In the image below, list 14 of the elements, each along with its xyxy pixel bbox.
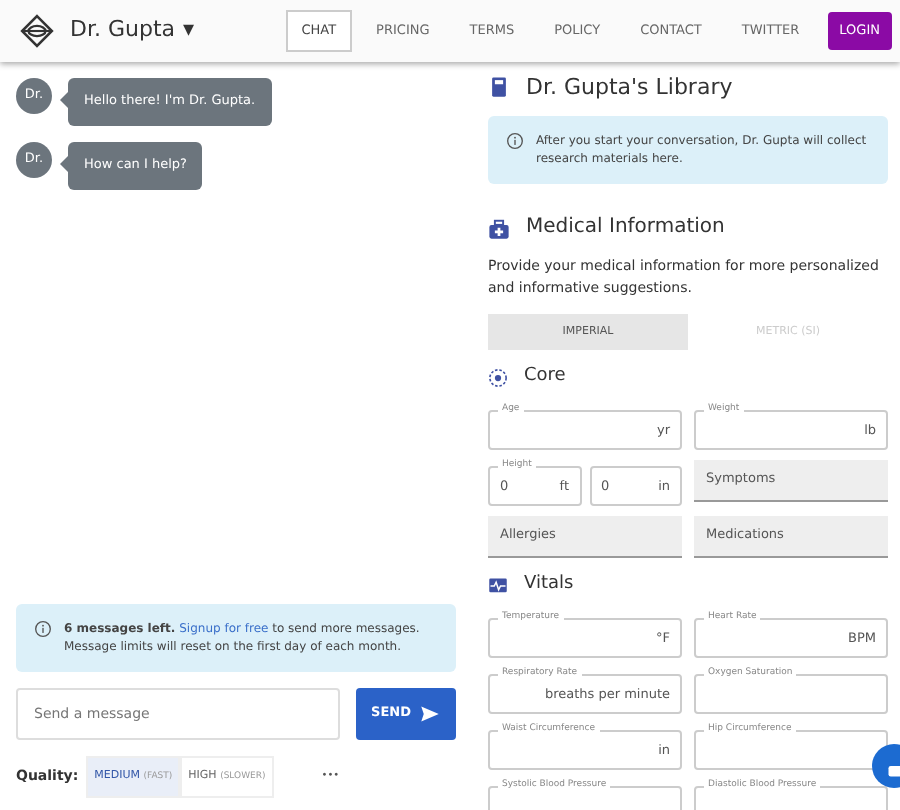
target-icon xyxy=(488,367,508,388)
library-title: Dr. Gupta's Library xyxy=(526,74,733,101)
logo-icon xyxy=(20,14,54,48)
section-title: Core xyxy=(524,366,566,389)
section-title: Medical Information xyxy=(526,216,725,241)
section-title: Vitals xyxy=(524,574,574,597)
book-icon xyxy=(488,76,510,99)
brand-name[interactable]: Dr. Gupta xyxy=(70,14,176,48)
info-icon xyxy=(34,620,52,639)
send-icon xyxy=(420,704,441,725)
caret-icon[interactable]: ▾ xyxy=(183,14,195,48)
medical-kit-icon xyxy=(488,217,510,240)
info-icon xyxy=(506,132,524,151)
heartbeat-monitor-icon xyxy=(488,575,508,596)
